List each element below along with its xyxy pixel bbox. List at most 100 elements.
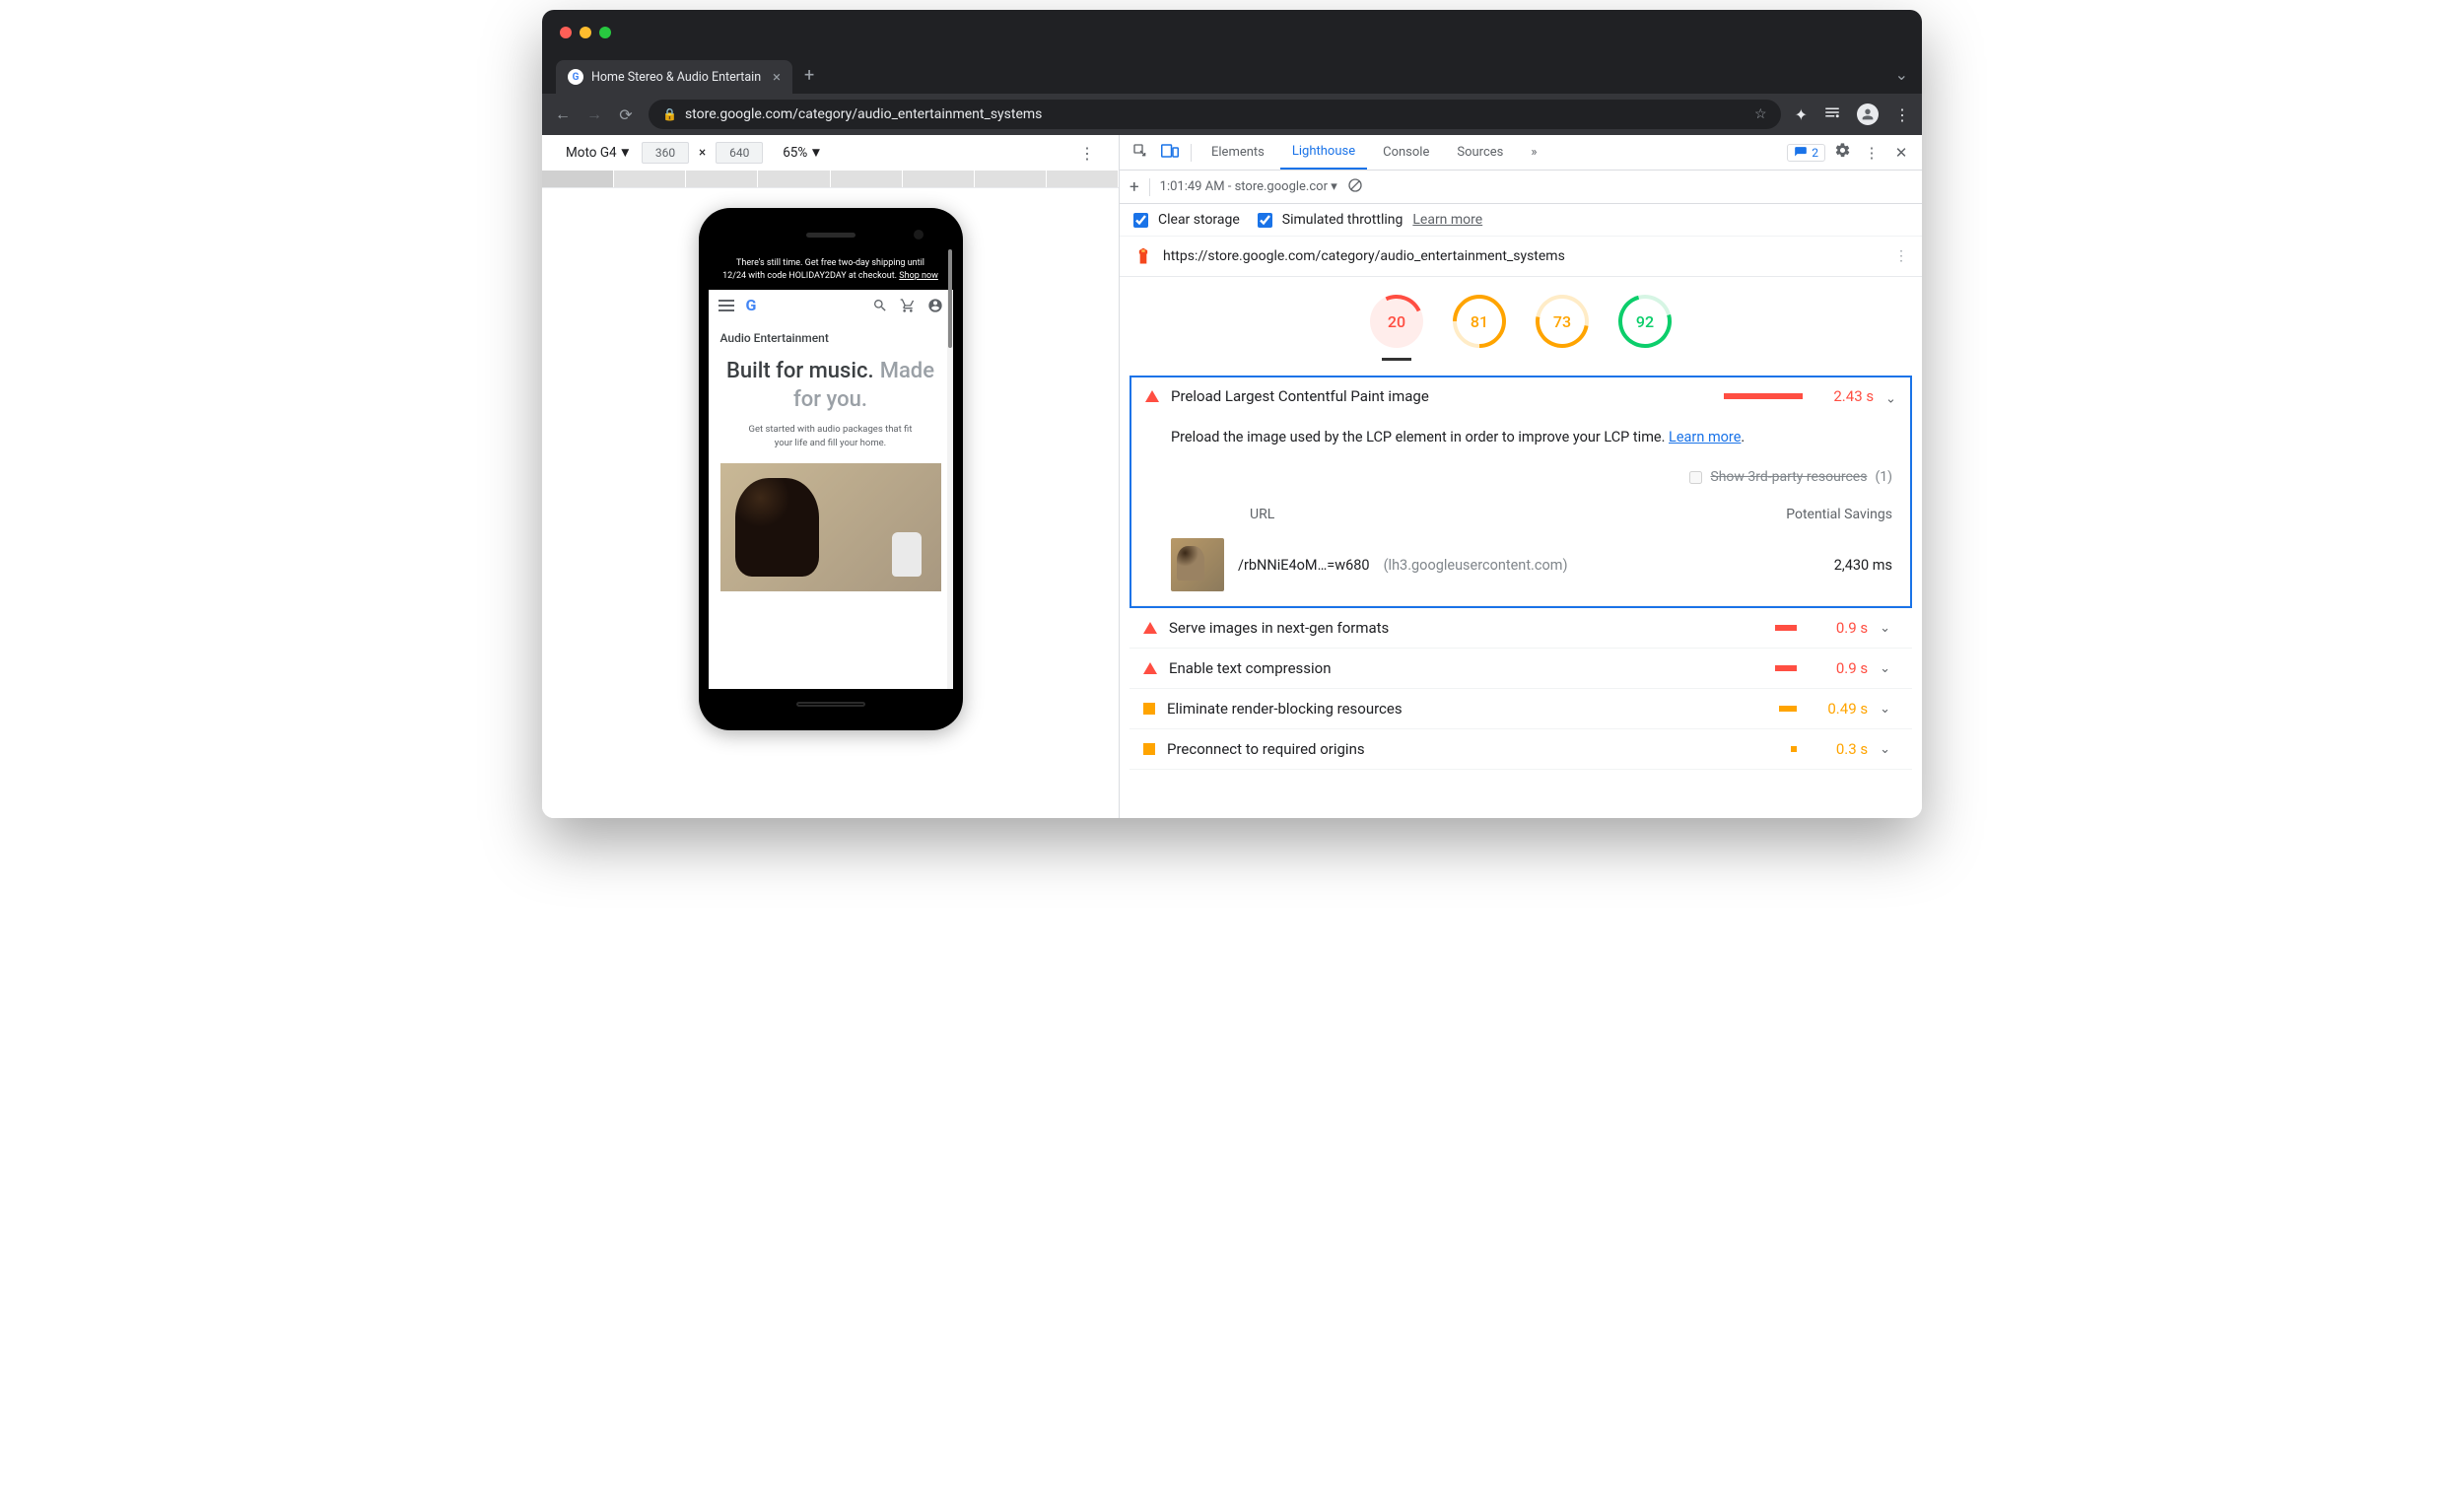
chevron-down-icon[interactable]: ⌄ — [1895, 65, 1908, 84]
table-header: URL Potential Savings — [1131, 499, 1910, 530]
issues-badge[interactable]: 2 — [1787, 144, 1825, 162]
new-tab-button[interactable]: + — [804, 65, 814, 86]
clear-storage-label: Clear storage — [1158, 212, 1240, 228]
window-controls — [560, 27, 611, 38]
audit-title: Eliminate render-blocking resources — [1167, 700, 1403, 718]
report-menu-icon[interactable]: ⋮ — [1894, 248, 1908, 264]
device-name: Moto G4 — [566, 145, 617, 161]
chevron-down-icon: ⌄ — [1880, 621, 1890, 636]
favicon-icon: G — [568, 69, 583, 85]
subheadline: Get started with audio packages that fit… — [720, 423, 941, 451]
devtools-tabstrip: Elements Lighthouse Console Sources » 2 … — [1120, 135, 1922, 171]
scrollbar[interactable] — [947, 249, 953, 689]
new-report-button[interactable]: + — [1129, 177, 1139, 197]
inspect-icon[interactable] — [1128, 143, 1153, 163]
clear-storage-checkbox[interactable] — [1133, 213, 1148, 228]
reload-button[interactable]: ⟳ — [617, 105, 635, 124]
url-input[interactable]: 🔒 store.google.com/category/audio_entert… — [649, 100, 1781, 129]
lighthouse-toolbar: + 1:01:49 AM - store.google.cor ▾ — [1120, 171, 1922, 204]
audit-render-blocking[interactable]: Eliminate render-blocking resources 0.49… — [1129, 689, 1912, 729]
learn-more-link[interactable]: Learn more — [1669, 429, 1741, 445]
simulated-throttling-label: Simulated throttling — [1282, 212, 1403, 228]
audit-title: Preconnect to required origins — [1167, 740, 1365, 758]
audit-title: Enable text compression — [1169, 659, 1332, 677]
reading-list-icon[interactable] — [1823, 103, 1841, 125]
minimize-window-button[interactable] — [580, 27, 591, 38]
browser-menu-icon[interactable]: ⋮ — [1894, 105, 1910, 124]
back-button[interactable]: ← — [554, 104, 572, 124]
promo-banner: There's still time. Get free two-day shi… — [709, 249, 953, 290]
account-icon[interactable] — [927, 298, 943, 313]
tab-overflow[interactable]: » — [1519, 135, 1548, 170]
show-third-party-label: Show 3rd-party resources — [1710, 469, 1867, 485]
address-bar: ← → ⟳ 🔒 store.google.com/category/audio_… — [542, 94, 1922, 135]
device-select[interactable]: Moto G4 ▼ — [566, 145, 632, 161]
score-gauges: 20 81 73 92 — [1120, 277, 1922, 356]
headline: Built for music. Made for you. — [720, 357, 941, 413]
close-devtools-button[interactable]: ✕ — [1888, 144, 1914, 162]
resource-host: (lh3.googleusercontent.com) — [1384, 557, 1568, 574]
device-toggle-icon[interactable] — [1157, 143, 1183, 163]
tab-console[interactable]: Console — [1371, 135, 1441, 170]
browser-tab[interactable]: G Home Stereo & Audio Entertain × — [556, 60, 792, 94]
severity-square-icon — [1143, 743, 1155, 755]
col-url: URL — [1171, 507, 1786, 522]
settings-icon[interactable] — [1829, 142, 1855, 163]
chevron-down-icon: ⌄ — [1880, 742, 1890, 757]
tab-strip: G Home Stereo & Audio Entertain × + ⌄ — [542, 54, 1922, 94]
resource-row: /rbNNiE4oM…=w680 (lh3.googleusercontent.… — [1131, 530, 1910, 606]
close-tab-button[interactable]: × — [773, 68, 781, 86]
chevron-down-icon: ⌄ — [1880, 661, 1890, 676]
forward-button[interactable]: → — [585, 104, 603, 124]
mobile-header: G — [709, 290, 953, 321]
search-icon[interactable] — [872, 298, 888, 313]
audit-value: 0.9 s — [1809, 619, 1868, 637]
audit-value: 0.9 s — [1809, 659, 1868, 677]
simulated-throttling-checkbox[interactable] — [1258, 213, 1272, 228]
shop-now-link[interactable]: Shop now — [899, 271, 938, 281]
category-label: Audio Entertainment — [720, 331, 941, 345]
audit-title: Preload Largest Contentful Paint image — [1171, 387, 1429, 405]
audit-text-compression[interactable]: Enable text compression 0.9 s ⌄ — [1129, 649, 1912, 689]
phone-home-area — [709, 689, 953, 719]
width-input[interactable] — [642, 142, 689, 164]
ruler — [542, 171, 1119, 188]
tab-elements[interactable]: Elements — [1199, 135, 1276, 170]
device-toolbar: Moto G4 ▼ × 65% ▼ ⋮ — [542, 135, 1119, 171]
show-third-party-checkbox[interactable] — [1689, 471, 1702, 484]
device-toolbar-menu[interactable]: ⋮ — [1079, 144, 1095, 163]
google-logo[interactable]: G — [746, 296, 757, 315]
third-party-toggle-row: Show 3rd-party resources (1) — [1131, 463, 1910, 499]
extensions-icon[interactable]: ✦ — [1795, 105, 1808, 124]
chevron-down-icon: ⌄ — [1880, 702, 1890, 717]
toolbar-right: ✦ ⋮ — [1795, 103, 1910, 125]
profile-avatar-icon[interactable] — [1857, 103, 1879, 125]
zoom-select[interactable]: 65% ▼ — [783, 145, 822, 161]
audit-next-gen-formats[interactable]: Serve images in next-gen formats 0.9 s ⌄ — [1129, 608, 1912, 649]
devtools-menu-icon[interactable]: ⋮ — [1859, 144, 1884, 162]
tab-lighthouse[interactable]: Lighthouse — [1280, 135, 1367, 170]
clear-icon[interactable] — [1347, 177, 1363, 197]
bookmark-star-icon[interactable]: ☆ — [1754, 106, 1767, 122]
audit-value: 0.3 s — [1809, 740, 1868, 758]
maximize-window-button[interactable] — [599, 27, 611, 38]
zoom-value: 65% — [783, 145, 807, 161]
best-practices-gauge[interactable]: 73 — [1536, 295, 1589, 348]
seo-gauge[interactable]: 92 — [1618, 295, 1672, 348]
height-input[interactable] — [716, 142, 763, 164]
audit-preconnect[interactable]: Preconnect to required origins 0.3 s ⌄ — [1129, 729, 1912, 770]
close-window-button[interactable] — [560, 27, 572, 38]
phone-frame: There's still time. Get free two-day shi… — [699, 208, 963, 730]
accessibility-gauge[interactable]: 81 — [1453, 295, 1506, 348]
report-select[interactable]: 1:01:49 AM - store.google.cor ▾ — [1160, 179, 1337, 194]
phone-screen[interactable]: There's still time. Get free two-day shi… — [709, 249, 953, 689]
report-url: https://store.google.com/category/audio_… — [1163, 248, 1565, 264]
tab-sources[interactable]: Sources — [1445, 135, 1515, 170]
metric-bar — [1724, 393, 1803, 399]
hamburger-icon[interactable] — [719, 300, 734, 311]
audit-header[interactable]: Preload Largest Contentful Paint image 2… — [1131, 377, 1910, 415]
performance-gauge[interactable]: 20 — [1370, 295, 1423, 348]
learn-more-link[interactable]: Learn more — [1412, 212, 1482, 228]
cart-icon[interactable] — [900, 298, 916, 313]
dimension-separator: × — [699, 145, 706, 161]
